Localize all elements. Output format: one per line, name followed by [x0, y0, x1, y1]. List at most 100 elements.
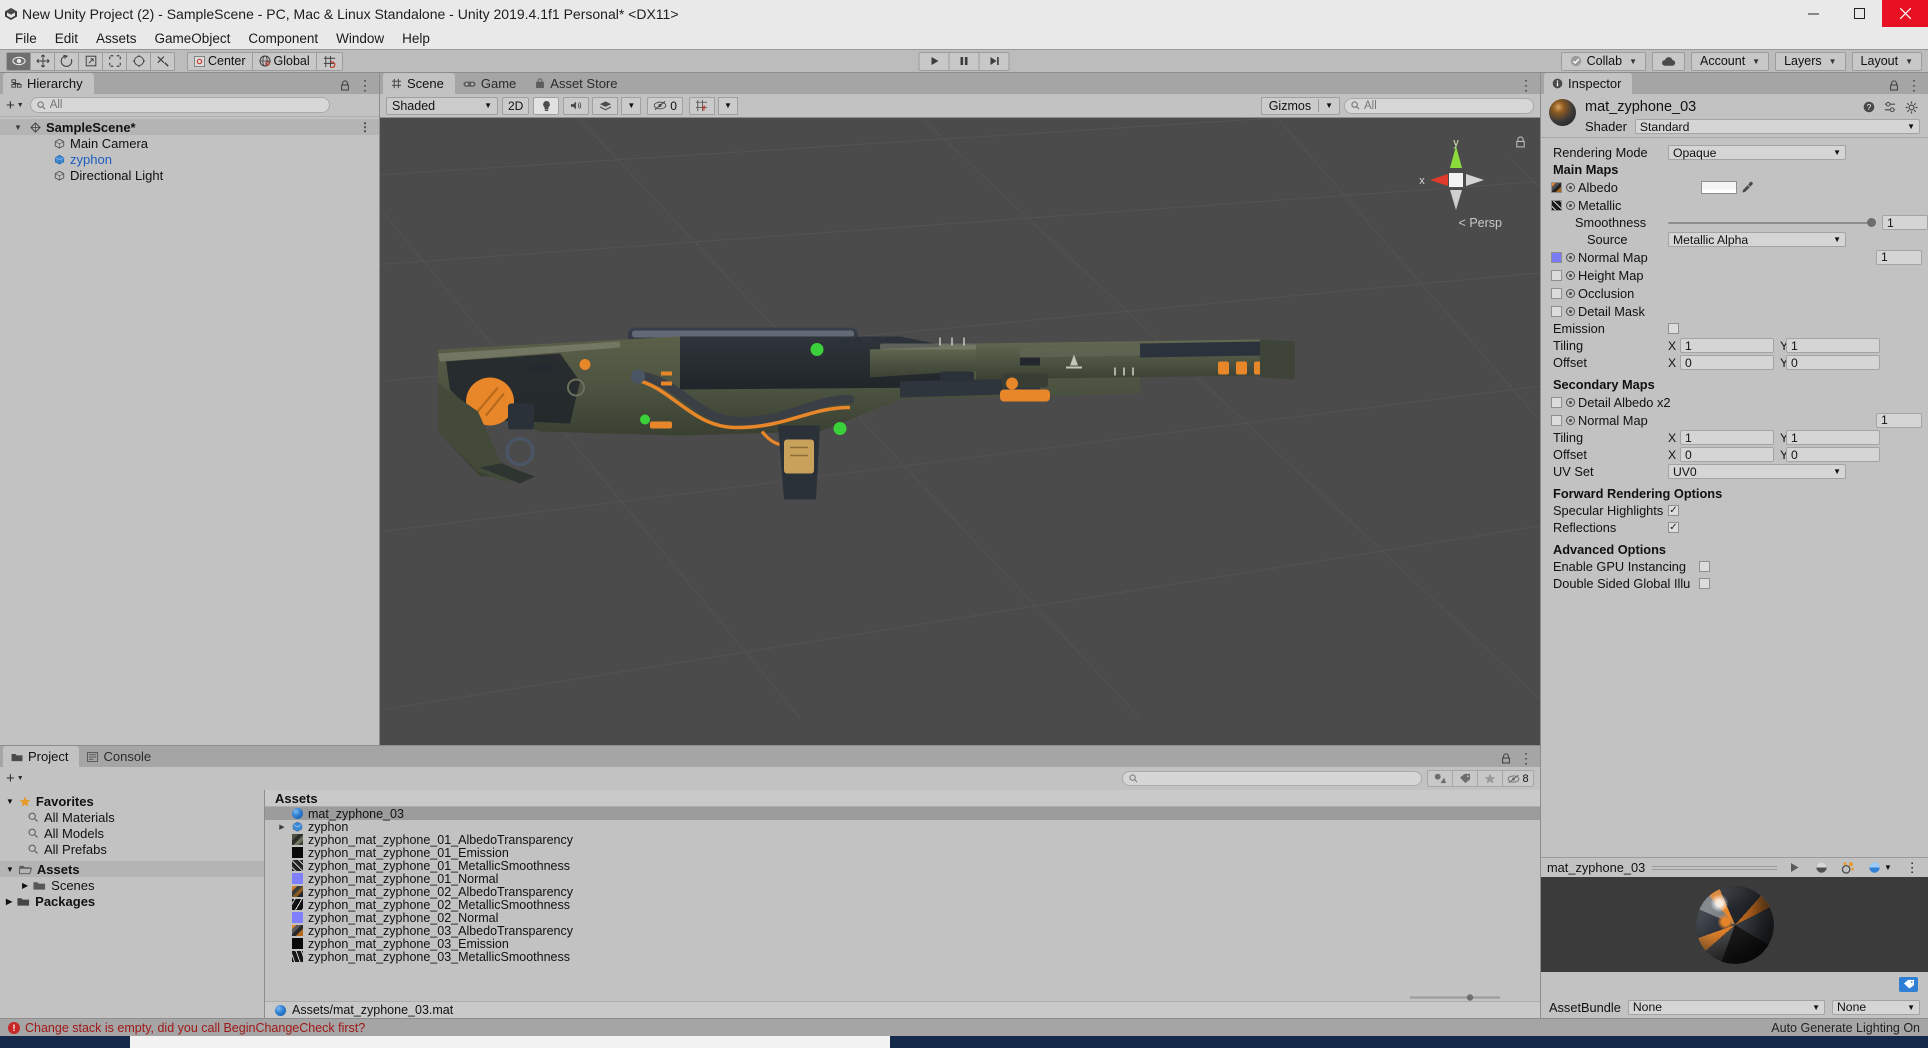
- project-tree-all-prefabs[interactable]: All Prefabs: [0, 841, 264, 857]
- scale-tool-button[interactable]: [78, 52, 103, 71]
- menu-item-component[interactable]: Component: [239, 29, 327, 48]
- move-tool-button[interactable]: [30, 52, 55, 71]
- tab-scene[interactable]: Scene: [383, 73, 455, 94]
- scene-lighting-toggle[interactable]: [533, 97, 559, 115]
- project-search-field[interactable]: [1142, 773, 1415, 785]
- menu-item-help[interactable]: Help: [393, 29, 439, 48]
- transform-tool-button[interactable]: [126, 52, 151, 71]
- menu-item-assets[interactable]: Assets: [87, 29, 146, 48]
- gizmo-search-input[interactable]: [1344, 98, 1534, 114]
- lock-icon[interactable]: [1889, 80, 1899, 91]
- sec-tiling-x-field[interactable]: 1: [1680, 430, 1774, 445]
- detail-albedo-texture-slot[interactable]: [1551, 397, 1562, 408]
- scene-grid-dropdown[interactable]: ▼: [718, 97, 738, 115]
- layers-button[interactable]: Layers ▼: [1775, 52, 1845, 71]
- main-tiling-y-field[interactable]: 1: [1786, 338, 1880, 353]
- hierarchy-search-input[interactable]: [30, 97, 330, 113]
- occlusion-texture-slot[interactable]: [1551, 288, 1562, 299]
- menu-item-edit[interactable]: Edit: [46, 29, 87, 48]
- secondary-normal-texture-slot[interactable]: [1551, 415, 1562, 426]
- double-sided-checkbox[interactable]: [1699, 578, 1710, 589]
- sec-offset-y-field[interactable]: 0: [1786, 447, 1880, 462]
- asset-row-02-metallic[interactable]: zyphon_mat_zyphone_02_MetallicSmoothness: [265, 898, 1540, 911]
- preview-play-button[interactable]: [1784, 860, 1804, 875]
- scene-lock-icon[interactable]: [1515, 136, 1526, 148]
- asset-row-01-emission[interactable]: zyphon_mat_zyphone_01_Emission: [265, 846, 1540, 859]
- secondary-normal-select-icon[interactable]: [1566, 416, 1575, 425]
- eyedropper-icon[interactable]: [1741, 181, 1754, 194]
- scene-viewport[interactable]: y x < Persp: [380, 118, 1540, 745]
- tab-inspector[interactable]: Inspector: [1544, 73, 1632, 94]
- gizmos-dropdown[interactable]: Gizmos ▼: [1261, 97, 1340, 115]
- chevron-down-icon[interactable]: ▼: [14, 123, 22, 132]
- scene-fx-dropdown[interactable]: ▼: [621, 97, 641, 115]
- albedo-color-swatch[interactable]: [1701, 181, 1737, 194]
- grid-snap-button[interactable]: [316, 52, 343, 71]
- project-search-input[interactable]: [1122, 771, 1422, 786]
- account-button[interactable]: Account ▼: [1691, 52, 1769, 71]
- scene-draw-mode-dropdown[interactable]: Shaded ▼: [386, 97, 498, 115]
- uv-set-dropdown[interactable]: UV0 ▼: [1668, 464, 1846, 479]
- filter-by-label-button[interactable]: [1452, 770, 1478, 787]
- hierarchy-create-button[interactable]: + ▼: [6, 97, 24, 114]
- metallic-texture-slot[interactable]: [1551, 200, 1562, 211]
- material-preview-viewport[interactable]: [1541, 877, 1928, 972]
- scene-audio-toggle[interactable]: [563, 97, 589, 115]
- menu-item-file[interactable]: File: [6, 29, 46, 48]
- chevron-down-icon[interactable]: ▼: [6, 797, 14, 806]
- preview-particles-button[interactable]: [1838, 860, 1858, 875]
- lock-icon[interactable]: [340, 80, 350, 91]
- preview-lighting-button[interactable]: [1811, 860, 1831, 875]
- metallic-select-icon[interactable]: [1566, 201, 1575, 210]
- normal-map-select-icon[interactable]: [1566, 253, 1575, 262]
- pivot-rotation-button[interactable]: Global: [252, 52, 317, 71]
- scene-hidden-objects-toggle[interactable]: 0: [647, 97, 683, 115]
- tab-asset-store[interactable]: Asset Store: [527, 73, 628, 94]
- secondary-normal-field[interactable]: 1: [1876, 413, 1922, 428]
- shader-dropdown[interactable]: Standard ▼: [1635, 119, 1920, 134]
- asset-row-02-normal[interactable]: zyphon_mat_zyphone_02_Normal: [265, 911, 1540, 924]
- kebab-menu-icon[interactable]: ⋮: [358, 77, 372, 94]
- hierarchy-item-main-camera[interactable]: Main Camera: [0, 135, 379, 151]
- asset-row-01-normal[interactable]: zyphon_mat_zyphone_01_Normal: [265, 872, 1540, 885]
- tab-console[interactable]: Console: [79, 746, 162, 767]
- scene-grid-toggle[interactable]: [689, 97, 715, 115]
- chevron-right-icon[interactable]: ▶: [22, 881, 28, 890]
- rendering-mode-dropdown[interactable]: Opaque ▼: [1668, 145, 1846, 160]
- main-tiling-x-field[interactable]: 1: [1680, 338, 1774, 353]
- sec-tiling-y-field[interactable]: 1: [1786, 430, 1880, 445]
- albedo-select-icon[interactable]: [1566, 183, 1575, 192]
- preview-menu-button[interactable]: ⋮: [1902, 860, 1922, 875]
- kebab-menu-icon[interactable]: ⋮: [1519, 750, 1533, 767]
- maximize-button[interactable]: [1836, 0, 1882, 27]
- project-tree-all-materials[interactable]: All Materials: [0, 809, 264, 825]
- detail-mask-texture-slot[interactable]: [1551, 306, 1562, 317]
- asset-row-01-metallic[interactable]: zyphon_mat_zyphone_01_MetallicSmoothness: [265, 859, 1540, 872]
- project-zoom-slider[interactable]: [265, 993, 1540, 1001]
- project-hidden-toggle[interactable]: 8: [1502, 770, 1534, 787]
- occlusion-select-icon[interactable]: [1566, 289, 1575, 298]
- preview-shading-button[interactable]: ▼: [1865, 860, 1895, 875]
- normal-map-texture-slot[interactable]: [1551, 252, 1562, 263]
- chevron-down-icon[interactable]: ▼: [6, 865, 14, 874]
- asset-row-02-albedo[interactable]: zyphon_mat_zyphone_02_AlbedoTransparency: [265, 885, 1540, 898]
- chevron-right-icon[interactable]: ▶: [6, 897, 12, 906]
- help-icon[interactable]: ?: [1863, 101, 1875, 113]
- filter-by-type-button[interactable]: [1427, 770, 1453, 787]
- sec-offset-x-field[interactable]: 0: [1680, 447, 1774, 462]
- rect-tool-button[interactable]: [102, 52, 127, 71]
- hierarchy-item-zyphon[interactable]: zyphon: [0, 151, 379, 167]
- specular-highlights-checkbox[interactable]: ✓: [1668, 505, 1679, 516]
- project-tree-packages[interactable]: ▶ Packages: [0, 893, 264, 909]
- main-offset-x-field[interactable]: 0: [1680, 355, 1774, 370]
- detail-albedo-select-icon[interactable]: [1566, 398, 1575, 407]
- hand-tool-button[interactable]: [6, 52, 31, 71]
- layout-button[interactable]: Layout ▼: [1852, 52, 1922, 71]
- project-tree-favorites[interactable]: ▼ Favorites: [0, 793, 264, 809]
- favorites-filter-button[interactable]: [1477, 770, 1503, 787]
- asset-row-zyphon[interactable]: ▶ zyphon: [265, 820, 1540, 833]
- gizmo-search-field[interactable]: [1364, 100, 1527, 112]
- rotate-tool-button[interactable]: [54, 52, 79, 71]
- cloud-button[interactable]: [1652, 52, 1685, 71]
- main-offset-y-field[interactable]: 0: [1786, 355, 1880, 370]
